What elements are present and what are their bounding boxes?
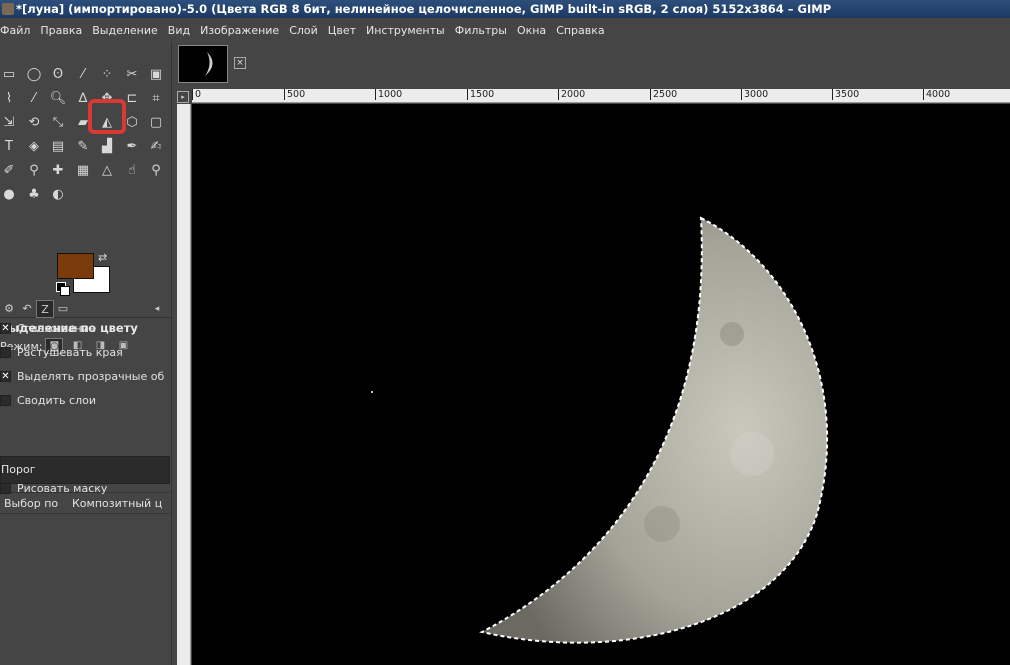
foreground-select-icon[interactable]: ▣ [147, 66, 165, 84]
toolbox-panel: ▭ ◯ ʘ ⁄ ⁘ ✂ ▣ ⌇ ⁄ 🔍︎ ∆ ✥ ⊏ ⌗ ⇲ ⟲ ⤡ ▰ ◭ ⬡… [0, 42, 172, 665]
free-select-icon[interactable]: ʘ [49, 66, 67, 84]
moon-photo [371, 216, 829, 644]
ruler-tick: 2000 [558, 89, 585, 100]
image-canvas[interactable] [192, 104, 1010, 665]
ink-drop-icon[interactable]: ● [0, 186, 18, 204]
cage-transform-icon[interactable]: ▢ [147, 114, 165, 132]
menu-filters[interactable]: Фильтры [450, 24, 512, 37]
paths-icon[interactable]: ⌇ [0, 90, 18, 108]
tab-images[interactable]: ▭ [54, 300, 72, 318]
ink-icon[interactable]: ✍ [147, 138, 165, 156]
transparent-checkbox[interactable]: ✕ Выделять прозрачные об [0, 368, 170, 384]
blur-icon[interactable]: △ [98, 162, 116, 180]
menu-windows[interactable]: Окна [512, 24, 551, 37]
highlight-frame [88, 99, 126, 134]
ruler-tick: 1500 [467, 89, 494, 100]
ellipse-select-icon[interactable]: ◯ [25, 66, 43, 84]
window-title: *[луна] (импортировано)-5.0 (Цвета RGB 8… [16, 2, 832, 16]
handle-transform-icon[interactable]: ◐ [49, 186, 67, 204]
menu-help[interactable]: Справка [551, 24, 609, 37]
bucket-fill-icon[interactable]: ◈ [25, 138, 43, 156]
menu-file[interactable]: Файл [0, 24, 35, 37]
ruler-tick: 2500 [650, 89, 677, 100]
foreground-color-swatch[interactable] [57, 253, 94, 279]
image-thumbnail-tab[interactable] [178, 45, 228, 83]
close-tab-icon[interactable]: × [234, 57, 246, 69]
smudge-icon[interactable]: ☝ [123, 162, 141, 180]
default-colors-icon[interactable] [56, 282, 70, 296]
gimp-app-icon [2, 3, 14, 15]
tab-paths[interactable]: Z [36, 299, 54, 318]
crop-icon[interactable]: ⌗ [147, 90, 165, 108]
eraser-icon[interactable]: ▟ [98, 138, 116, 156]
menu-select[interactable]: Выделение [87, 24, 163, 37]
select-by-label: Выбор по [4, 496, 59, 510]
menu-image[interactable]: Изображение [195, 24, 284, 37]
menu-colors[interactable]: Цвет [323, 24, 361, 37]
heal-icon[interactable]: ✚ [49, 162, 67, 180]
dodge-burn-icon[interactable]: ⚲ [147, 162, 165, 180]
select-by-dropdown[interactable]: Композитный ц [72, 497, 162, 510]
warp-transform-icon[interactable]: ♣ [25, 186, 43, 204]
menubar: Файл Правка Выделение Вид Изображение Сл… [0, 18, 1010, 42]
clone-icon[interactable]: ⚲ [25, 162, 43, 180]
perspective-clone-icon[interactable]: ▦ [74, 162, 92, 180]
moon-thumbnail-icon [205, 52, 213, 76]
gradient-icon[interactable]: ▤ [49, 138, 67, 156]
dock-menu-icon[interactable]: ◂ [148, 300, 166, 318]
ruler-tick: 0 [192, 89, 201, 100]
feather-checkbox[interactable]: Растушевать края [0, 344, 123, 360]
color-picker-icon[interactable]: ⁄ [25, 90, 43, 108]
canvas-area: ▸ 0 500 1000 1500 2000 2500 3000 3500 40… [173, 89, 1010, 665]
horizontal-ruler: 0 500 1000 1500 2000 2500 3000 3500 4000 [192, 89, 1010, 103]
rect-select-icon[interactable]: ▭ [0, 66, 18, 84]
select-by-color-icon[interactable]: ⁘ [98, 66, 116, 84]
quick-mask-icon[interactable]: ▸ [177, 91, 189, 103]
menu-view[interactable]: Вид [163, 24, 195, 37]
menu-tools[interactable]: Инструменты [361, 24, 450, 37]
merged-box[interactable] [0, 394, 11, 406]
merged-checkbox[interactable]: Сводить слои [0, 392, 96, 408]
antialias-checkbox[interactable]: ✕ Сглаживание [0, 320, 96, 336]
ruler-tick: 3000 [741, 89, 768, 100]
scale-icon[interactable]: ⤡ [49, 114, 67, 132]
swap-colors-icon[interactable]: ⇄ [98, 251, 107, 264]
draw-mask-box[interactable] [0, 482, 11, 494]
ruler-tick: 500 [284, 89, 305, 100]
ruler-tick: 3500 [832, 89, 859, 100]
ruler-tick: 4000 [923, 89, 950, 100]
window-titlebar: *[луна] (импортировано)-5.0 (Цвета RGB 8… [0, 0, 1010, 18]
mypaint-brush-icon[interactable]: ✐ [0, 162, 18, 180]
zoom-icon[interactable]: 🔍︎ [49, 90, 67, 108]
threshold-label: Порог [1, 463, 36, 476]
menu-layer[interactable]: Слой [284, 24, 323, 37]
tab-tool-options[interactable]: ⚙ [0, 300, 18, 318]
rotate-icon[interactable]: ⟲ [25, 114, 43, 132]
unified-transform-icon[interactable]: ⇲ [0, 114, 18, 132]
menu-edit[interactable]: Правка [35, 24, 87, 37]
image-tabs: × [173, 42, 1010, 89]
transparent-box[interactable]: ✕ [0, 370, 11, 382]
antialias-box[interactable]: ✕ [0, 322, 11, 334]
paintbrush-icon[interactable]: ✎ [74, 138, 92, 156]
draw-mask-checkbox[interactable]: Рисовать маску [0, 480, 107, 496]
tab-undo-history[interactable]: ↶ [18, 300, 36, 318]
fuzzy-select-icon[interactable]: ⁄ [74, 66, 92, 84]
text-icon[interactable]: T [0, 138, 18, 156]
ruler-tick: 1000 [375, 89, 402, 100]
feather-box[interactable] [0, 346, 11, 358]
scissors-select-icon[interactable]: ✂ [123, 66, 141, 84]
vertical-ruler [177, 104, 191, 665]
dock-tabs: ⚙ ↶ Z ▭ ◂ [0, 299, 172, 318]
airbrush-icon[interactable]: ✒ [123, 138, 141, 156]
